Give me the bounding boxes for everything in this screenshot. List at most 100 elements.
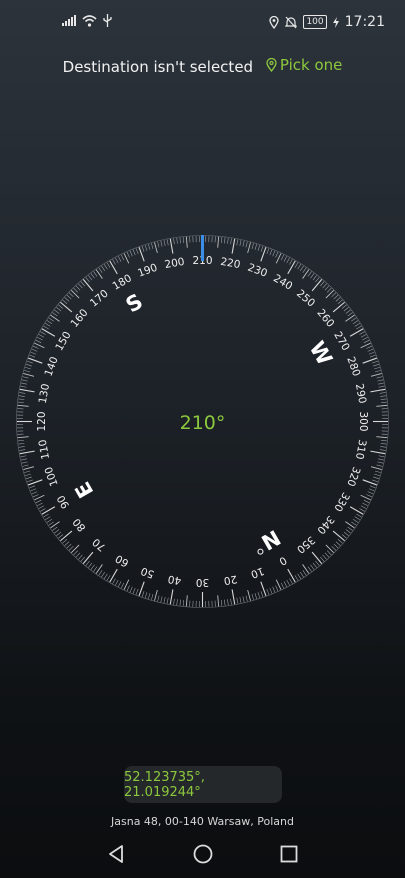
compass-tick bbox=[24, 470, 31, 473]
compass-degree-label: 310 bbox=[353, 438, 368, 460]
compass-tick bbox=[41, 506, 56, 515]
compass-tick bbox=[90, 273, 95, 279]
status-right: 100 17:21 bbox=[269, 14, 385, 30]
compass-tick bbox=[22, 464, 29, 467]
compass-tick bbox=[227, 599, 229, 606]
compass-tick bbox=[376, 404, 388, 407]
compass-tick bbox=[224, 237, 226, 244]
compass-tick bbox=[88, 562, 93, 568]
compass-tick bbox=[106, 575, 111, 581]
compass-tick bbox=[50, 521, 60, 529]
compass-degree-label: 40 bbox=[167, 572, 182, 586]
compass-tick bbox=[144, 592, 148, 599]
compass-tick bbox=[109, 260, 118, 275]
compass-degree-label: 230 bbox=[246, 262, 269, 280]
back-button[interactable] bbox=[102, 840, 130, 868]
compass-tick bbox=[369, 354, 376, 358]
compass-tick bbox=[169, 589, 174, 605]
compass-tick bbox=[320, 556, 325, 562]
compass-tick bbox=[379, 392, 386, 394]
compass-tick bbox=[48, 317, 54, 322]
compass-tick bbox=[275, 251, 279, 258]
compass-tick bbox=[18, 443, 25, 445]
compass-tick bbox=[31, 491, 38, 495]
compass-tick bbox=[302, 267, 307, 273]
compass-tick bbox=[310, 564, 315, 570]
compass-tick bbox=[37, 337, 43, 341]
location-icon bbox=[269, 15, 280, 29]
compass-tick bbox=[373, 363, 380, 367]
compass-tick bbox=[52, 312, 58, 317]
compass-tick bbox=[378, 385, 385, 388]
compass-tick bbox=[20, 458, 27, 461]
compass-tick bbox=[325, 290, 334, 299]
pick-one-label: Pick one bbox=[279, 56, 343, 74]
compass-tick bbox=[310, 273, 315, 279]
compass-tick bbox=[58, 304, 64, 309]
compass-tick bbox=[360, 505, 367, 509]
compass-tick bbox=[118, 581, 122, 587]
compass-tick bbox=[66, 543, 72, 549]
compass-tick bbox=[257, 244, 261, 251]
compass-tick bbox=[345, 521, 355, 529]
compass-cardinal-w: W bbox=[305, 337, 337, 369]
status-time: 17:21 bbox=[344, 14, 385, 30]
compass-degree-label: 280 bbox=[344, 355, 362, 378]
compass-degree-label: 270 bbox=[331, 330, 351, 353]
compass-tick bbox=[30, 488, 37, 492]
compass-tick bbox=[356, 325, 362, 330]
compass-tick bbox=[46, 320, 53, 324]
compass-tick bbox=[247, 242, 251, 254]
compass-tick bbox=[19, 388, 35, 393]
compass-tick bbox=[112, 259, 116, 265]
compass-tick bbox=[19, 449, 26, 451]
compass-tick bbox=[378, 382, 385, 385]
recents-icon bbox=[280, 845, 298, 863]
compass-tick bbox=[337, 299, 343, 304]
compass-degree-label: 320 bbox=[344, 465, 362, 488]
compass-tick bbox=[372, 479, 378, 483]
compass-tick bbox=[362, 337, 368, 341]
compass-tick bbox=[322, 283, 327, 289]
compass-tick bbox=[141, 246, 145, 252]
compass-tick bbox=[280, 582, 285, 589]
compass-degree-label: 200 bbox=[164, 256, 186, 271]
compass-dial: 0 10 20 30 40 50 60 7080 90 100 110 120 130 140 150160… bbox=[16, 235, 389, 608]
compass-tick bbox=[17, 401, 25, 404]
compass-degree-label: 240 bbox=[271, 272, 294, 292]
compass-tick bbox=[48, 521, 54, 526]
coordinates-box[interactable]: 52.123735°, 21.019244° bbox=[124, 766, 282, 803]
compass-tick bbox=[135, 248, 139, 255]
compass-tick bbox=[217, 236, 220, 248]
compass-tick bbox=[230, 598, 232, 605]
compass-tick bbox=[312, 562, 317, 568]
compass-tick bbox=[173, 238, 175, 245]
location-pin-icon bbox=[266, 58, 277, 72]
compass-degree-label: 170 bbox=[88, 288, 111, 310]
compass-tick bbox=[32, 345, 39, 349]
compass-tick bbox=[185, 236, 188, 248]
compass-tick bbox=[347, 312, 353, 317]
compass-tick bbox=[25, 366, 31, 370]
status-bar: 100 17:21 bbox=[0, 0, 405, 48]
compass-tick bbox=[103, 573, 108, 579]
compass-tick bbox=[347, 526, 353, 531]
recents-button[interactable] bbox=[275, 840, 303, 868]
compass-tick bbox=[37, 502, 43, 506]
compass-cardinal-s: S bbox=[122, 289, 147, 317]
compass-tick bbox=[254, 593, 258, 599]
compass-tick bbox=[280, 254, 285, 261]
home-button[interactable] bbox=[189, 840, 217, 868]
compass-tick bbox=[378, 455, 385, 458]
compass-tick bbox=[269, 587, 273, 594]
compass-tick bbox=[380, 398, 387, 400]
compass-tick bbox=[369, 485, 376, 489]
compass-tick bbox=[294, 575, 299, 581]
compass-tick bbox=[294, 262, 299, 268]
compass-tick bbox=[160, 240, 163, 247]
compass-degree-label: 290 bbox=[353, 383, 368, 405]
compass-tick bbox=[22, 376, 29, 379]
coordinates-text: 52.123735°, 21.019244° bbox=[124, 769, 205, 800]
compass-tick bbox=[120, 582, 125, 589]
pick-one-button[interactable]: Pick one bbox=[266, 56, 343, 74]
